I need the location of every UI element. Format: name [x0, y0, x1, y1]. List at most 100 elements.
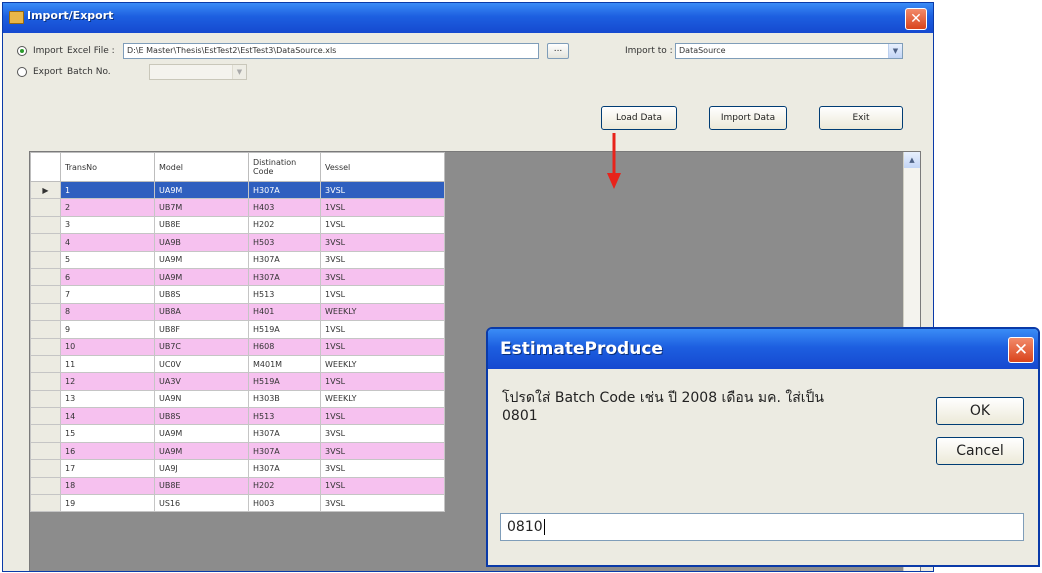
table-row[interactable]: 18 UB8E H202 1VSL [30, 476, 445, 496]
table-row[interactable]: 17 UA9J H307A 3VSL [30, 459, 445, 478]
excel-file-path-field[interactable]: D:\E Master\Thesis\EstTest2\EstTest3\Dat… [123, 43, 539, 59]
column-header-model[interactable]: Model [154, 152, 249, 182]
cell-transno[interactable]: 15 [60, 424, 155, 443]
table-row[interactable]: 12 UA3V H519A 1VSL [30, 372, 445, 391]
cell-transno[interactable]: 13 [60, 389, 155, 409]
cell-vessel[interactable]: WEEKLY [320, 389, 445, 409]
table-row[interactable]: 14 UB8S H513 1VSL [30, 407, 445, 426]
cell-model[interactable]: US16 [154, 494, 249, 513]
column-header-vessel[interactable]: Vessel [320, 152, 445, 182]
cell-model[interactable]: UB8E [154, 476, 249, 496]
table-row[interactable]: 6 UA9M H307A 3VSL [30, 267, 445, 287]
cell-vessel[interactable]: 1VSL [320, 198, 445, 217]
cell-model[interactable]: UB8S [154, 407, 249, 426]
column-header-destination-code[interactable]: Distination Code [248, 152, 321, 182]
table-row[interactable]: 5 UA9M H307A 3VSL [30, 250, 445, 269]
cell-model[interactable]: UB8S [154, 285, 249, 304]
cell-transno[interactable]: 6 [60, 267, 155, 287]
table-row[interactable]: 8 UB8A H401 WEEKLY [30, 302, 445, 322]
export-radio[interactable] [17, 67, 27, 77]
dialog-close-button[interactable]: ✕ [1008, 337, 1034, 363]
cell-transno[interactable]: 19 [60, 494, 155, 513]
browse-button[interactable]: ... [547, 43, 569, 59]
cell-vessel[interactable]: 1VSL [320, 407, 445, 426]
chevron-down-icon[interactable]: ▼ [232, 65, 246, 79]
cell-vessel[interactable]: 3VSL [320, 233, 445, 252]
cell-vessel[interactable]: 3VSL [320, 267, 445, 287]
row-header[interactable] [30, 372, 61, 391]
exit-button[interactable]: Exit [819, 106, 903, 130]
cell-vessel[interactable]: 3VSL [320, 424, 445, 443]
cell-model[interactable]: UB7M [154, 198, 249, 217]
cell-destination-code[interactable]: H003 [248, 494, 321, 513]
ok-button[interactable]: OK [936, 397, 1024, 425]
table-row[interactable]: ▶ 1 UA9M H307A 3VSL [30, 180, 445, 200]
table-row[interactable]: 10 UB7C H608 1VSL [30, 337, 445, 356]
row-header[interactable] [30, 267, 61, 287]
row-header[interactable] [30, 285, 61, 304]
cell-model[interactable]: UB8E [154, 215, 249, 235]
cell-vessel[interactable]: 3VSL [320, 459, 445, 478]
cell-vessel[interactable]: 1VSL [320, 337, 445, 356]
cell-transno[interactable]: 11 [60, 354, 155, 374]
row-header[interactable] [30, 198, 61, 217]
row-header[interactable] [30, 407, 61, 426]
row-header[interactable] [30, 476, 61, 496]
cell-destination-code[interactable]: H608 [248, 337, 321, 356]
table-row[interactable]: 4 UA9B H503 3VSL [30, 233, 445, 252]
table-row[interactable]: 7 UB8S H513 1VSL [30, 285, 445, 304]
cell-transno[interactable]: 16 [60, 441, 155, 461]
cell-destination-code[interactable]: H202 [248, 215, 321, 235]
cell-destination-code[interactable]: H307A [248, 267, 321, 287]
row-header[interactable] [30, 337, 61, 356]
table-row[interactable]: 19 US16 H003 3VSL [30, 494, 445, 513]
cell-transno[interactable]: 3 [60, 215, 155, 235]
cell-destination-code[interactable]: H519A [248, 372, 321, 391]
cell-destination-code[interactable]: H202 [248, 476, 321, 496]
row-header[interactable] [30, 302, 61, 322]
cell-transno[interactable]: 4 [60, 233, 155, 252]
cell-transno[interactable]: 5 [60, 250, 155, 269]
batch-no-dropdown[interactable]: ▼ [149, 64, 247, 80]
cell-vessel[interactable]: 1VSL [320, 476, 445, 496]
row-header[interactable] [30, 215, 61, 235]
cell-transno[interactable]: 7 [60, 285, 155, 304]
cell-destination-code[interactable]: H513 [248, 285, 321, 304]
cell-model[interactable]: UA3V [154, 372, 249, 391]
cell-model[interactable]: UA9N [154, 389, 249, 409]
cell-transno[interactable]: 2 [60, 198, 155, 217]
row-header[interactable] [30, 459, 61, 478]
row-header[interactable] [30, 233, 61, 252]
cell-vessel[interactable]: 3VSL [320, 180, 445, 200]
cell-model[interactable]: UA9M [154, 441, 249, 461]
cell-destination-code[interactable]: H307A [248, 441, 321, 461]
cell-model[interactable]: UB8A [154, 302, 249, 322]
cell-destination-code[interactable]: H307A [248, 424, 321, 443]
scroll-up-icon[interactable]: ▲ [904, 152, 920, 168]
cell-transno[interactable]: 10 [60, 337, 155, 356]
cell-transno[interactable]: 14 [60, 407, 155, 426]
row-header[interactable] [30, 320, 61, 339]
row-header[interactable] [30, 250, 61, 269]
cell-transno[interactable]: 1 [60, 180, 155, 200]
cell-model[interactable]: UA9M [154, 424, 249, 443]
cell-transno[interactable]: 18 [60, 476, 155, 496]
import-radio[interactable] [17, 46, 27, 56]
cell-model[interactable]: UA9M [154, 180, 249, 200]
cell-destination-code[interactable]: H403 [248, 198, 321, 217]
cell-vessel[interactable]: 1VSL [320, 285, 445, 304]
table-row[interactable]: 11 UC0V M401M WEEKLY [30, 354, 445, 374]
cell-transno[interactable]: 9 [60, 320, 155, 339]
cell-model[interactable]: UA9M [154, 250, 249, 269]
cell-destination-code[interactable]: H519A [248, 320, 321, 339]
row-header[interactable] [30, 424, 61, 443]
import-to-dropdown[interactable]: DataSource ▼ [675, 43, 903, 59]
batch-code-input[interactable]: 0810 [500, 513, 1024, 541]
cell-destination-code[interactable]: H307A [248, 180, 321, 200]
chevron-down-icon[interactable]: ▼ [888, 44, 902, 58]
row-header[interactable] [30, 494, 61, 513]
load-data-button[interactable]: Load Data [601, 106, 677, 130]
cell-destination-code[interactable]: H503 [248, 233, 321, 252]
row-header[interactable] [30, 389, 61, 409]
cancel-button[interactable]: Cancel [936, 437, 1024, 465]
